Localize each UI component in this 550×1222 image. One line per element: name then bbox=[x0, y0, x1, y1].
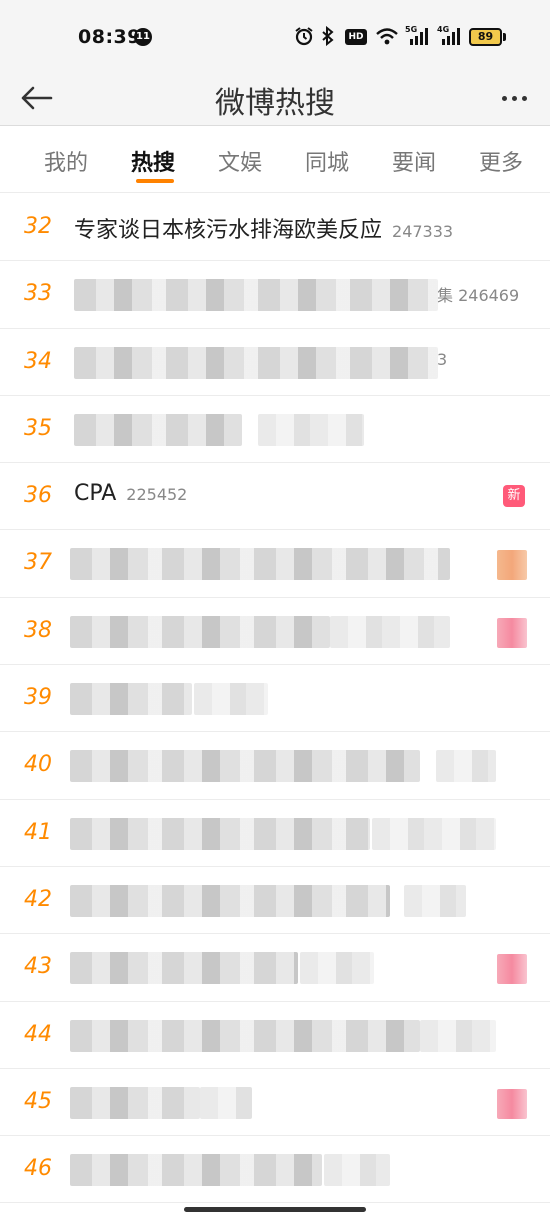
battery-tip bbox=[503, 33, 506, 41]
list-item[interactable]: 43 bbox=[0, 934, 550, 1002]
heat-value-partial: 3 bbox=[437, 349, 448, 369]
more-dot-icon bbox=[501, 95, 507, 101]
blurred-tag bbox=[497, 1088, 527, 1119]
page-title: 微博热搜 bbox=[215, 86, 335, 121]
blurred-heat bbox=[300, 952, 374, 985]
more-dot-icon bbox=[511, 95, 517, 101]
list-item[interactable]: 44 bbox=[0, 1002, 550, 1069]
blurred-title bbox=[70, 683, 192, 716]
blurred-heat bbox=[404, 884, 466, 917]
bluetooth-icon bbox=[322, 26, 334, 46]
app-header: 微博热搜 bbox=[0, 70, 550, 126]
blurred-heat bbox=[330, 615, 450, 648]
blurred-title bbox=[74, 346, 438, 379]
blurred-title bbox=[70, 817, 370, 850]
blurred-title bbox=[70, 1086, 200, 1119]
tab-mine[interactable]: 我的 bbox=[36, 145, 96, 177]
category-tabs: 我的 热搜 文娱 同城 要闻 更多 bbox=[0, 127, 550, 193]
rank-number: 39 bbox=[24, 685, 52, 711]
blurred-tag bbox=[497, 617, 527, 648]
blurred-tag bbox=[497, 550, 527, 581]
rank-number: 45 bbox=[24, 1088, 52, 1114]
list-item[interactable]: 35 bbox=[0, 396, 550, 464]
list-item[interactable]: 40 bbox=[0, 732, 550, 800]
more-dot-icon bbox=[521, 95, 527, 101]
rank-number: 43 bbox=[24, 954, 52, 980]
list-item[interactable]: 46 bbox=[0, 1136, 550, 1204]
tab-news[interactable]: 要闻 bbox=[384, 145, 444, 177]
tab-local[interactable]: 同城 bbox=[297, 145, 357, 177]
wifi-icon bbox=[376, 28, 398, 45]
battery-icon: 89 bbox=[469, 28, 502, 46]
alarm-icon bbox=[295, 27, 313, 46]
tab-entertainment[interactable]: 文娱 bbox=[210, 145, 270, 177]
list-item[interactable]: 33 集 246469 bbox=[0, 261, 550, 329]
list-item[interactable]: 32 专家谈日本核污水排海欧美反应 247333 bbox=[0, 194, 550, 262]
heat-value-partial: 集 246469 bbox=[437, 286, 520, 306]
signal-4g-icon bbox=[442, 28, 460, 45]
rank-number: 33 bbox=[24, 281, 52, 307]
blurred-heat bbox=[436, 750, 496, 783]
tab-more[interactable]: 更多 bbox=[471, 145, 531, 177]
rank-number: 37 bbox=[24, 550, 52, 576]
heat-value: 247333 bbox=[392, 222, 454, 241]
item-title: CPA 225452 bbox=[74, 481, 187, 506]
rank-number: 46 bbox=[24, 1156, 52, 1182]
blurred-title bbox=[74, 413, 242, 446]
item-title-text: 专家谈日本核污水排海欧美反应 bbox=[74, 218, 383, 243]
blurred-title bbox=[70, 750, 420, 783]
rank-number: 42 bbox=[24, 886, 52, 912]
home-indicator[interactable] bbox=[184, 1207, 366, 1212]
list-item[interactable]: 41 bbox=[0, 800, 550, 867]
blurred-tag bbox=[497, 954, 527, 985]
notification-count-badge: 11 bbox=[134, 28, 152, 46]
list-item[interactable]: 36 CPA 225452 新 bbox=[0, 463, 550, 531]
hd-badge: HD bbox=[345, 29, 367, 45]
more-options-button[interactable] bbox=[492, 76, 536, 120]
rank-number: 38 bbox=[24, 617, 52, 643]
rank-number: 44 bbox=[24, 1021, 52, 1047]
list-item[interactable]: 38 bbox=[0, 598, 550, 666]
blurred-heat bbox=[372, 817, 496, 850]
item-title-text: CPA bbox=[74, 481, 117, 507]
blurred-heat bbox=[194, 683, 268, 716]
hot-search-list: 32 专家谈日本核污水排海欧美反应 247333 33 集 246469 34 3… bbox=[0, 194, 550, 1204]
list-item[interactable]: 45 bbox=[0, 1069, 550, 1137]
blurred-title bbox=[70, 952, 298, 985]
status-bar: 08:39 11 HD 5G 4G 89 bbox=[0, 0, 550, 70]
blurred-title bbox=[70, 548, 450, 581]
new-badge: 新 bbox=[503, 485, 525, 508]
blurred-title bbox=[70, 1154, 322, 1187]
blurred-title bbox=[70, 884, 390, 917]
rank-number: 36 bbox=[24, 483, 52, 509]
active-tab-indicator bbox=[136, 179, 174, 183]
blurred-heat bbox=[324, 1154, 390, 1187]
tab-hot-search[interactable]: 热搜 bbox=[123, 145, 183, 177]
blurred-title bbox=[70, 1019, 420, 1052]
blurred-heat bbox=[200, 1086, 252, 1119]
rank-number: 34 bbox=[24, 348, 52, 374]
blurred-title bbox=[70, 615, 330, 648]
blurred-heat bbox=[420, 1019, 496, 1052]
item-title: 专家谈日本核污水排海欧美反应 247333 bbox=[74, 212, 453, 244]
blurred-heat bbox=[258, 413, 364, 446]
rank-number: 40 bbox=[24, 752, 52, 778]
list-item[interactable]: 34 3 bbox=[0, 329, 550, 396]
status-time: 08:39 bbox=[78, 26, 141, 48]
list-item[interactable]: 39 bbox=[0, 665, 550, 733]
list-item[interactable]: 42 bbox=[0, 867, 550, 935]
rank-number: 35 bbox=[24, 415, 52, 441]
blurred-title bbox=[74, 279, 438, 312]
rank-number: 32 bbox=[24, 214, 52, 239]
rank-number: 41 bbox=[24, 819, 52, 845]
heat-value: 225452 bbox=[126, 485, 188, 505]
list-item[interactable]: 37 bbox=[0, 530, 550, 598]
signal-5g-icon bbox=[410, 28, 428, 45]
